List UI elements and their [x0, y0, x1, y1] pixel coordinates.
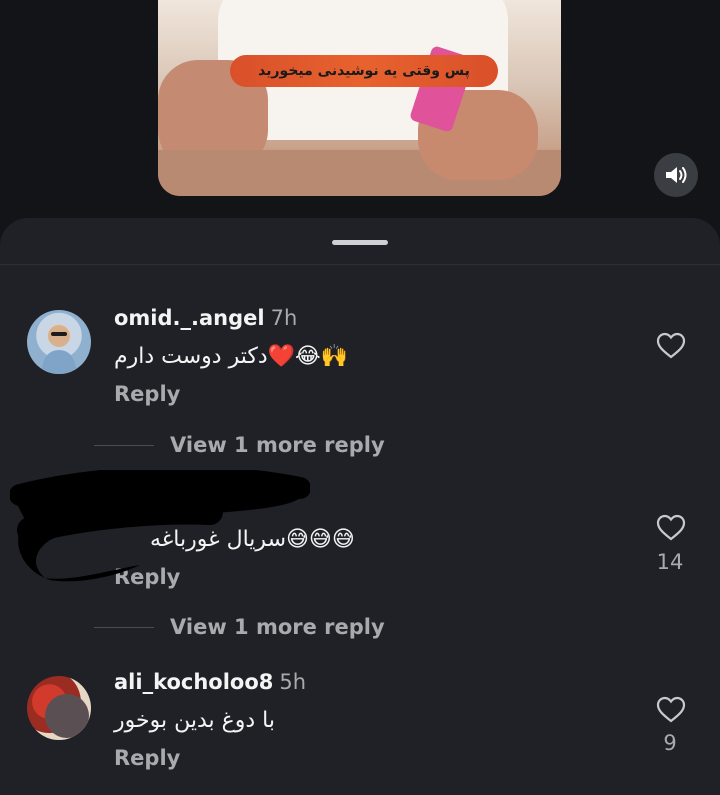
redaction-scribble: [10, 470, 310, 582]
avatar[interactable]: [27, 676, 91, 740]
sheet-divider: [0, 264, 720, 265]
view-more-replies-button[interactable]: View 1 more reply: [94, 615, 385, 639]
sound-toggle-button[interactable]: [654, 153, 698, 197]
speaker-icon: [666, 167, 687, 183]
sheet-drag-handle[interactable]: [332, 240, 388, 245]
avatar-image: [41, 325, 77, 374]
reply-button[interactable]: Reply: [114, 746, 180, 770]
comment-time: 5h: [279, 670, 307, 694]
comment-username[interactable]: omid._.angel 7h: [114, 306, 297, 330]
username-text[interactable]: ali_kocholoo8: [114, 670, 273, 694]
avatar-blur: [45, 694, 89, 738]
view-more-line: [94, 444, 154, 446]
video-subtitle: پس وقتی یه نوشیدنی میخورید: [230, 55, 498, 87]
comment-username[interactable]: ali_kocholoo8 5h: [114, 670, 306, 694]
comment-text: دکتر دوست دارم❤️😂🙌: [114, 344, 349, 369]
avatar[interactable]: [27, 310, 91, 374]
view-more-label[interactable]: View 1 more reply: [170, 615, 385, 639]
like-heart-icon[interactable]: [656, 332, 686, 360]
reply-button[interactable]: Reply: [114, 382, 180, 406]
like-heart-icon[interactable]: [656, 696, 686, 724]
comment-text: با دوغ بدین بوخور: [114, 708, 275, 733]
like-heart-icon[interactable]: [656, 514, 686, 542]
video-player[interactable]: [158, 0, 561, 196]
username-text[interactable]: omid._.angel: [114, 306, 265, 330]
like-count: 14: [656, 550, 684, 574]
comment-time: 7h: [270, 306, 298, 330]
view-more-replies-button[interactable]: View 1 more reply: [94, 433, 385, 457]
view-more-label[interactable]: View 1 more reply: [170, 433, 385, 457]
view-more-line: [94, 626, 154, 628]
like-count: 9: [663, 731, 677, 755]
video-area: پس وقتی یه نوشیدنی میخورید: [0, 0, 720, 220]
